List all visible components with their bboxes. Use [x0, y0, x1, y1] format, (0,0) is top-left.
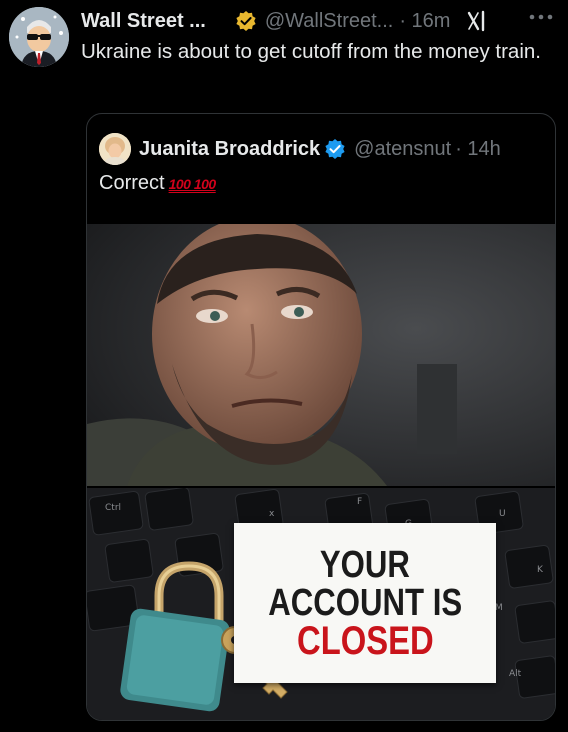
sign-line-closed: CLOSED: [296, 619, 434, 663]
hundred-points-emoji: 100 100: [168, 175, 217, 192]
key-label-u: U: [499, 509, 506, 519]
portrait-image: [87, 224, 555, 486]
more-options-icon[interactable]: [528, 12, 554, 22]
tweet-text: Ukraine is about to get cutoff from the …: [81, 40, 541, 63]
author-avatar[interactable]: [9, 7, 69, 67]
verified-gold-badge-icon[interactable]: [235, 10, 257, 32]
quoted-avatar-image: [99, 133, 131, 165]
account-closed-sign: YOUR ACCOUNT IS CLOSED: [234, 523, 496, 683]
key-label-alt: Alt: [509, 669, 522, 679]
quoted-author-handle[interactable]: @atensnut: [354, 138, 451, 161]
quoted-media-photo-portrait[interactable]: [87, 224, 555, 486]
quoted-tweet-header: Juanita Broaddrick @atensnut · 14h: [99, 133, 501, 165]
sign-line-account-is: ACCOUNT IS: [268, 582, 462, 624]
verified-blue-badge-icon[interactable]: [324, 138, 346, 160]
quoted-author-avatar[interactable]: [99, 133, 131, 165]
key-label-f: F: [357, 497, 362, 507]
author-name[interactable]: Wall Street ...: [81, 10, 206, 33]
key-label-x: x: [269, 509, 275, 519]
grok-icon[interactable]: [466, 10, 488, 32]
author-handle[interactable]: @WallStreet...: [265, 10, 393, 33]
quoted-tweet-text-row: Correct 100 100: [99, 172, 216, 195]
key-label-ctrl: Ctrl: [105, 503, 121, 513]
sign-line-your: YOUR: [319, 544, 411, 586]
avatar-image: [9, 7, 69, 67]
tweet-header: Wall Street ... @WallStreet... · 16m: [81, 7, 488, 35]
quoted-tweet-text: Correct: [99, 172, 165, 194]
quoted-media-photo-account-closed[interactable]: Ctrl x F G U K M Alt: [87, 488, 555, 720]
tweet-timestamp[interactable]: · 16m: [399, 10, 450, 33]
quoted-author-name[interactable]: Juanita Broaddrick: [139, 138, 320, 161]
quoted-tweet-timestamp[interactable]: · 14h: [455, 138, 501, 161]
key-label-m: M: [495, 603, 503, 613]
quoted-tweet-card[interactable]: Juanita Broaddrick @atensnut · 14h Corre…: [86, 113, 556, 721]
